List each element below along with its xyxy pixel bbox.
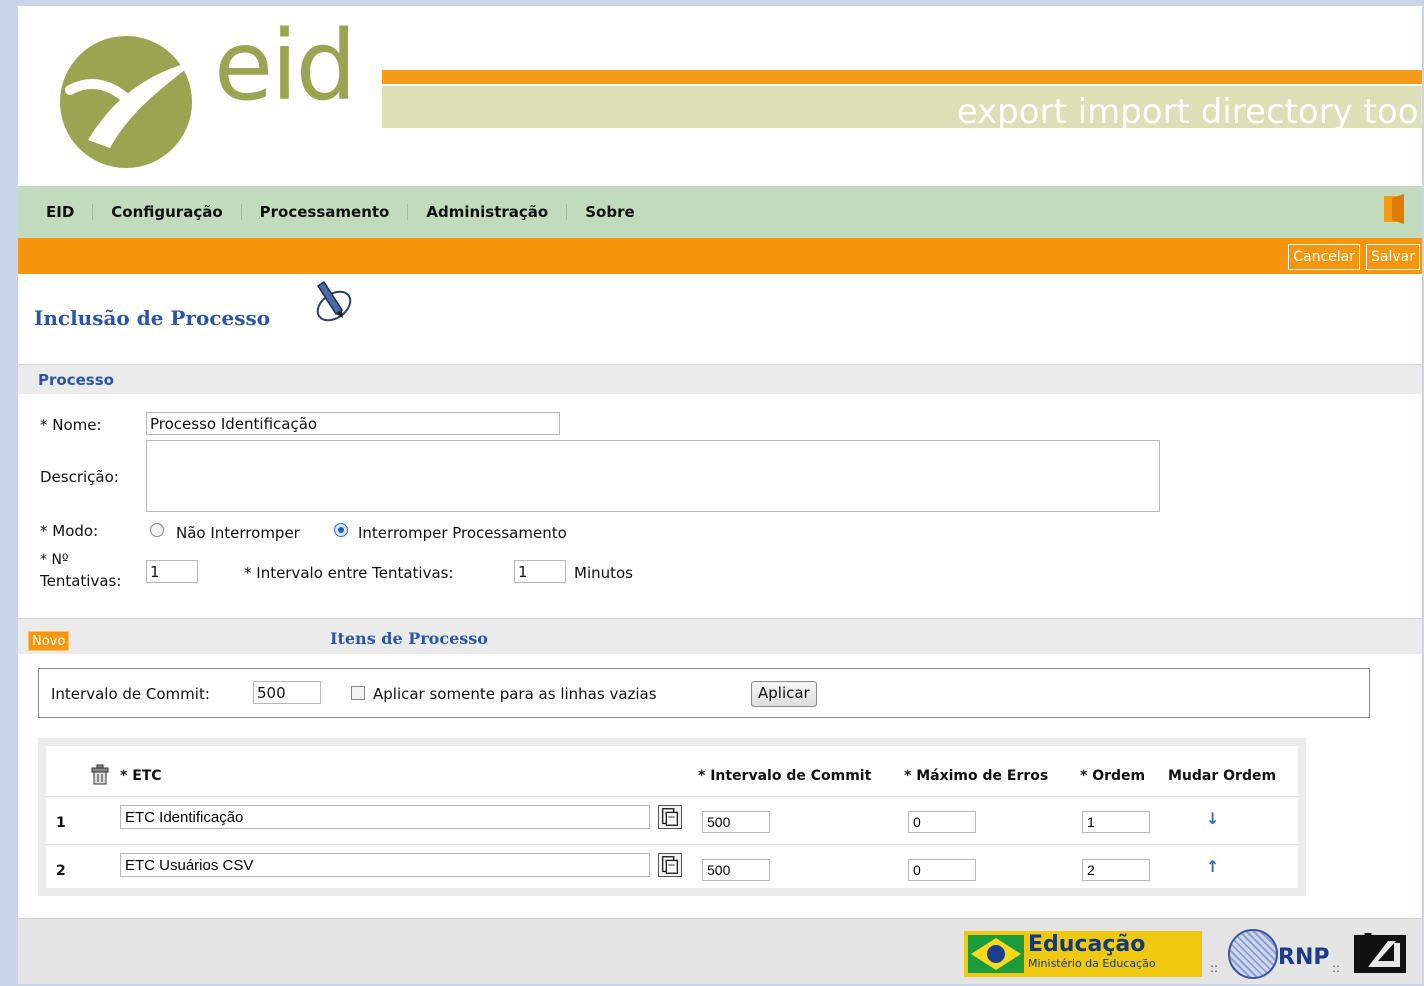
col-header-etc: * ETC — [120, 768, 162, 784]
maximo-erros-input[interactable] — [908, 859, 976, 881]
items-table: * ETC * Intervalo de Commit * Máximo de … — [46, 746, 1298, 888]
lookup-icon[interactable] — [658, 805, 682, 829]
descricao-textarea[interactable] — [146, 440, 1160, 512]
ordem-input[interactable] — [1082, 811, 1150, 833]
col-header-mudar-ordem: Mudar Ordem — [1168, 768, 1277, 784]
footer: Educação Ministério da Educação :: RNP :… — [18, 918, 1422, 984]
icpedu-logo-icon[interactable] — [1348, 929, 1412, 977]
tentativas-input[interactable] — [146, 560, 198, 583]
itens-section-header: Novo Itens de Processo — [18, 618, 1422, 654]
globe-icon — [1228, 929, 1278, 979]
modo-option-nao-interromper[interactable]: Não Interromper — [176, 524, 300, 542]
move-down-arrow-icon[interactable]: ↓ — [1206, 809, 1219, 828]
intervalo-tentativas-input[interactable] — [514, 560, 566, 583]
commit-panel: Intervalo de Commit: Aplicar somente par… — [38, 668, 1370, 718]
modo-option-interromper[interactable]: Interromper Processamento — [358, 524, 567, 542]
menu-item-sobre[interactable]: Sobre — [567, 204, 652, 220]
cancel-button[interactable]: Cancelar — [1288, 244, 1360, 270]
itens-section-title: Itens de Processo — [330, 629, 488, 648]
app-frame: eid export import directory tool EID Con… — [18, 6, 1422, 984]
row-number: 2 — [56, 863, 66, 879]
move-up-arrow-icon[interactable]: ↑ — [1206, 857, 1219, 876]
mec-subtitle: Ministério da Educação — [1028, 957, 1156, 970]
header-banner: eid export import directory tool — [18, 6, 1422, 186]
descricao-label: Descrição: — [40, 468, 119, 486]
header-tagline: export import directory tool — [956, 92, 1422, 132]
modo-label: * Modo: — [40, 522, 99, 540]
action-bar: Cancelar Salvar — [18, 238, 1422, 274]
col-header-ordem: * Ordem — [1080, 768, 1146, 784]
tentativas-label-line2: Tentativas: — [40, 572, 122, 590]
exit-door-icon[interactable] — [1382, 194, 1406, 224]
brazil-flag-icon — [968, 935, 1024, 973]
mec-title: Educação — [1028, 932, 1146, 957]
footer-separator: :: — [1210, 961, 1219, 975]
ordem-input[interactable] — [1082, 859, 1150, 881]
footer-separator: :: — [1332, 961, 1341, 975]
trash-icon[interactable] — [90, 764, 110, 786]
table-row: 1 ↓ — [46, 796, 1298, 844]
modo-radio-nao-interromper[interactable] — [150, 523, 164, 537]
menu-item-configuracao[interactable]: Configuração — [93, 204, 242, 220]
save-button[interactable]: Salvar — [1366, 244, 1420, 270]
row-number: 1 — [56, 815, 66, 831]
intervalo-commit-input[interactable] — [702, 859, 770, 881]
etc-input[interactable] — [120, 805, 650, 829]
processo-section-header: Processo — [18, 364, 1422, 394]
maximo-erros-input[interactable] — [908, 811, 976, 833]
nome-input[interactable] — [146, 412, 560, 435]
commit-interval-input[interactable] — [253, 681, 321, 704]
items-table-wrapper: * ETC * Intervalo de Commit * Máximo de … — [38, 738, 1306, 896]
menu-item-eid[interactable]: EID — [28, 204, 94, 220]
edit-pencil-icon — [316, 280, 352, 322]
intervalo-commit-input[interactable] — [702, 811, 770, 833]
etc-input[interactable] — [120, 853, 650, 877]
modo-radio-interromper[interactable] — [334, 523, 348, 537]
eid-logo-icon — [60, 36, 198, 168]
novo-button[interactable]: Novo — [28, 631, 70, 651]
table-row: 2 ↑ — [46, 844, 1298, 892]
col-header-maximo-erros: * Máximo de Erros — [904, 768, 1049, 784]
header-orange-band — [382, 70, 1422, 84]
tentativas-label-line1: * Nº — [40, 552, 69, 568]
rnp-text: RNP — [1278, 945, 1330, 970]
nome-label: * Nome: — [40, 416, 102, 434]
menu-item-processamento[interactable]: Processamento — [242, 204, 409, 220]
lookup-icon[interactable] — [658, 853, 682, 877]
col-header-intervalo-commit: * Intervalo de Commit — [698, 768, 872, 784]
mec-logo[interactable]: Educação Ministério da Educação — [964, 931, 1202, 977]
menu-item-administracao[interactable]: Administração — [408, 204, 568, 220]
rnp-logo[interactable]: RNP — [1228, 929, 1330, 979]
apply-button[interactable]: Aplicar — [751, 681, 817, 707]
empty-only-label[interactable]: Aplicar somente para as linhas vazias — [373, 685, 657, 703]
processo-section-title: Processo — [38, 371, 114, 389]
intervalo-tentativas-label: * Intervalo entre Tentativas: — [244, 564, 454, 582]
logo-text: eid — [214, 10, 357, 122]
page-title: Inclusão de Processo — [34, 306, 271, 330]
main-menu-bar: EID Configuração Processamento Administr… — [18, 186, 1422, 238]
commit-interval-label: Intervalo de Commit: — [51, 685, 210, 703]
intervalo-unit: Minutos — [574, 564, 633, 582]
empty-only-checkbox[interactable] — [351, 686, 365, 700]
